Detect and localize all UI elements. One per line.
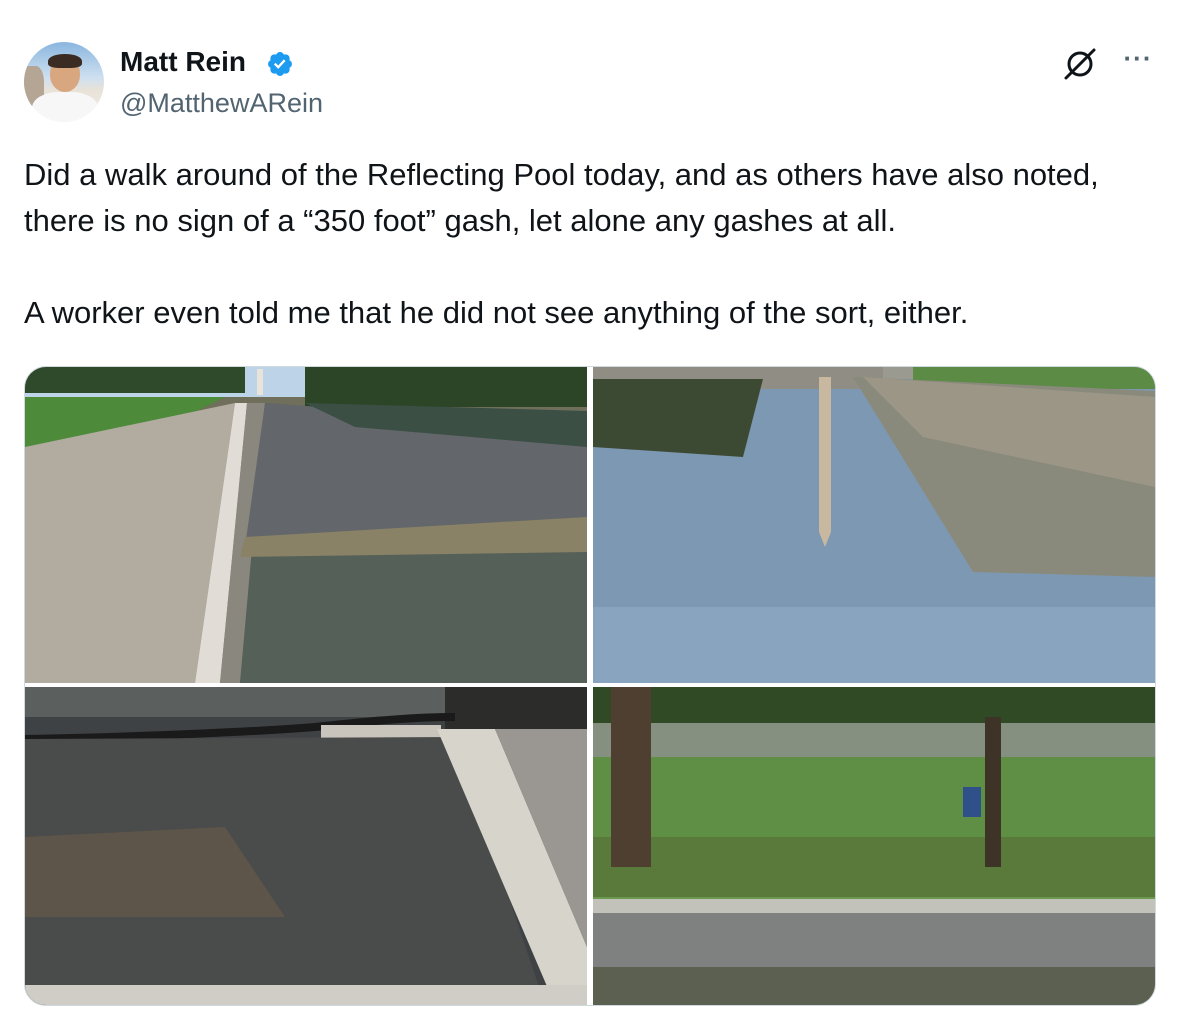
photo-pool-monument-reflection[interactable] — [593, 367, 1155, 683]
grok-icon[interactable] — [1062, 46, 1098, 82]
photo-dry-pool-with-hose[interactable] — [25, 687, 587, 1005]
author-handle[interactable]: @MatthewARein — [120, 86, 323, 120]
photo-lawn-and-fence[interactable] — [593, 687, 1155, 1005]
media-grid — [24, 366, 1156, 1006]
avatar-body — [32, 92, 98, 122]
avatar[interactable] — [24, 42, 104, 122]
author-name[interactable]: Matt Rein — [120, 44, 246, 80]
more-options-icon[interactable]: ··· — [1118, 45, 1158, 78]
photo-drained-pool-walkway[interactable] — [25, 367, 587, 683]
avatar-hair — [48, 54, 82, 68]
post-paragraph: Did a walk around of the Reflecting Pool… — [24, 157, 1099, 238]
post-paragraph: A worker even told me that he did not se… — [24, 295, 969, 330]
post-text: Did a walk around of the Reflecting Pool… — [24, 152, 1144, 336]
verified-badge-icon[interactable] — [266, 50, 294, 78]
